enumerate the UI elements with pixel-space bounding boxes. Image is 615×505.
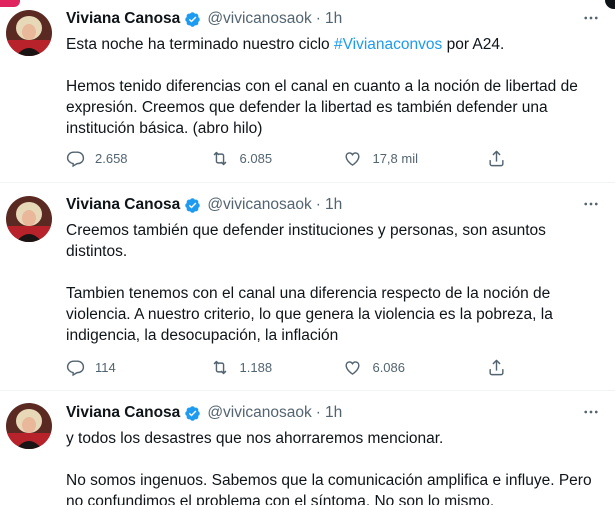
tweet-text: y todos los desastres que nos ahorraremo… xyxy=(66,428,601,505)
reply-count: 114 xyxy=(95,359,116,375)
share-icon xyxy=(489,359,504,375)
tweet-actions: 2.658 6.085 17,8 mil xyxy=(66,148,601,168)
heart-icon xyxy=(345,151,361,166)
like-button[interactable]: 17,8 mil xyxy=(343,149,487,168)
share-button[interactable] xyxy=(487,358,506,377)
like-button[interactable]: 6.086 xyxy=(343,358,487,377)
more-dots-icon[interactable] xyxy=(581,8,601,28)
retweet-count: 6.085 xyxy=(239,150,273,166)
retweet-icon xyxy=(213,151,226,165)
tweet-paragraph: Creemos también que defender institucion… xyxy=(66,222,546,260)
timestamp[interactable]: 1h xyxy=(325,10,342,28)
author-handle[interactable]: @vivicanosaok xyxy=(207,404,311,422)
tweet-text: Creemos también que defender institucion… xyxy=(66,220,601,346)
tweet-paragraph: No somos ingenuos. Sabemos que la comuni… xyxy=(66,472,592,505)
tweet-actions: 114 1.188 6.086 xyxy=(66,357,601,377)
reply-button[interactable]: 2.658 xyxy=(66,149,210,168)
author-handle[interactable]: @vivicanosaok xyxy=(207,10,311,28)
avatar[interactable] xyxy=(6,403,52,449)
share-icon xyxy=(489,150,504,166)
author-name[interactable]: Viviana Canosa xyxy=(66,10,180,28)
tweet[interactable]: Viviana Canosa @vivicanosaok · 1h Creemo… xyxy=(0,183,615,391)
heart-icon xyxy=(345,360,361,375)
verified-badge-icon xyxy=(185,11,201,27)
tweet-text: Esta noche ha terminado nuestro ciclo #V… xyxy=(66,34,601,139)
more-dots-icon[interactable] xyxy=(581,402,601,422)
tweet-header: Viviana Canosa @vivicanosaok · 1h xyxy=(66,402,601,424)
author-handle[interactable]: @vivicanosaok xyxy=(207,196,311,214)
retweet-count: 1.188 xyxy=(239,359,273,375)
reply-button[interactable]: 114 xyxy=(66,358,210,377)
verified-badge-icon xyxy=(185,197,201,213)
reply-icon xyxy=(66,359,85,376)
separator: · xyxy=(315,10,321,27)
reply-icon xyxy=(66,150,85,167)
tweet-header: Viviana Canosa @vivicanosaok · 1h xyxy=(66,8,601,30)
tweet-paragraph: y todos los desastres que nos ahorraremo… xyxy=(66,430,444,447)
hashtag-link[interactable]: #Vivianaconvos xyxy=(334,36,442,53)
like-count: 17,8 mil xyxy=(372,150,418,166)
avatar[interactable] xyxy=(6,196,52,242)
more-dots-icon[interactable] xyxy=(581,194,601,214)
retweet-button[interactable]: 1.188 xyxy=(210,358,344,377)
tweet[interactable]: Viviana Canosa @vivicanosaok · 1h y todo… xyxy=(0,391,615,505)
retweet-icon xyxy=(213,360,226,374)
timestamp[interactable]: 1h xyxy=(325,196,342,214)
tweet-text-end: por A24. xyxy=(442,36,505,53)
tweet-header: Viviana Canosa @vivicanosaok · 1h xyxy=(66,194,601,216)
retweet-button[interactable]: 6.085 xyxy=(210,149,344,168)
separator: · xyxy=(315,404,321,421)
avatar[interactable] xyxy=(6,10,52,56)
tweet-paragraph: Hemos tenido diferencias con el canal en… xyxy=(66,78,578,137)
like-count: 6.086 xyxy=(372,359,406,375)
tweet[interactable]: Viviana Canosa @vivicanosaok · 1h Esta n… xyxy=(0,0,615,183)
tweet-text-start: Esta noche ha terminado nuestro ciclo xyxy=(66,36,334,53)
share-button[interactable] xyxy=(487,149,506,168)
reply-count: 2.658 xyxy=(95,150,128,166)
author-name[interactable]: Viviana Canosa xyxy=(66,196,180,214)
timestamp[interactable]: 1h xyxy=(325,404,342,422)
author-name[interactable]: Viviana Canosa xyxy=(66,404,180,422)
separator: · xyxy=(315,196,321,213)
tweet-paragraph: Tambien tenemos con el canal una diferen… xyxy=(66,285,553,344)
verified-badge-icon xyxy=(185,405,201,421)
